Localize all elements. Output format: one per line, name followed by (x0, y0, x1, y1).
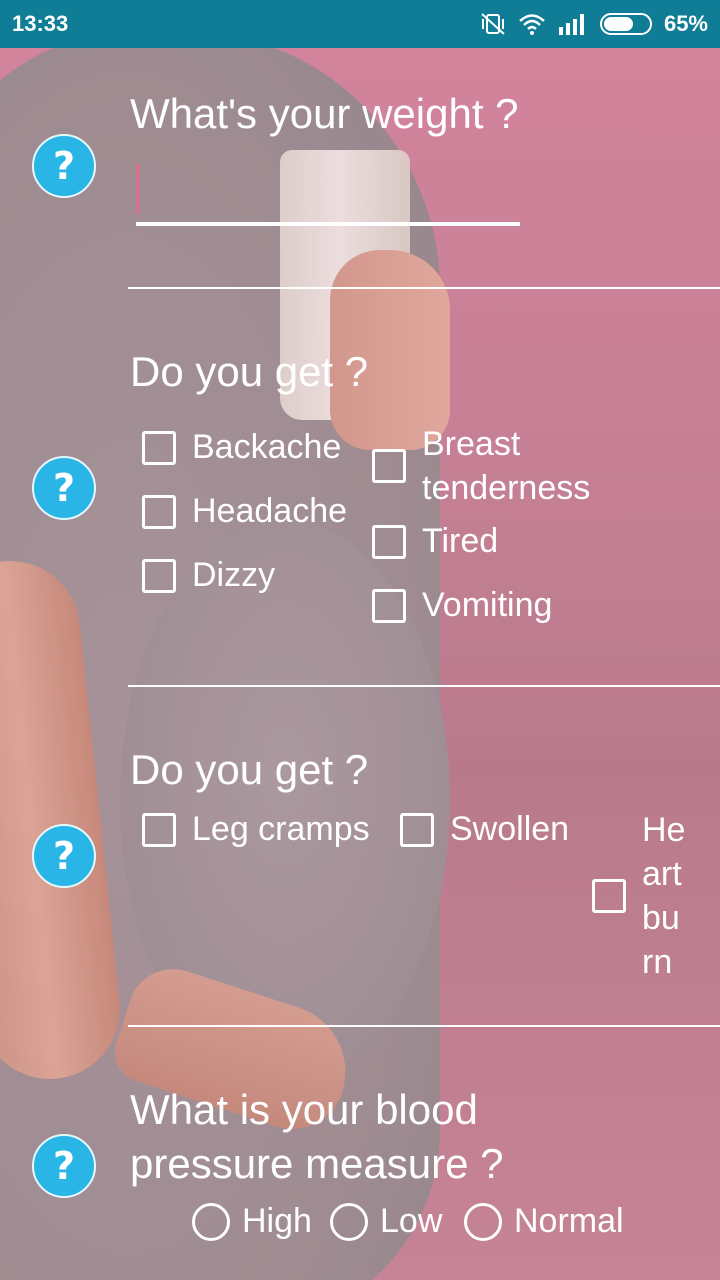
battery-fill (603, 17, 633, 31)
checkbox-label: Tired (422, 522, 499, 560)
checkbox-vomiting[interactable]: Vomiting (372, 586, 552, 625)
section-divider-3 (128, 1025, 720, 1027)
checkbox-square (592, 879, 626, 913)
checkbox-swollen[interactable]: Swollen (400, 810, 569, 849)
checkbox-label: Backache (192, 428, 342, 466)
symptoms-help-icon-1[interactable]: ? (32, 456, 96, 520)
radio-normal[interactable]: Normal (464, 1202, 624, 1241)
weight-question: What's your weight ? (130, 90, 519, 137)
radio-label: Low (380, 1202, 443, 1240)
heartburn-line: bu (642, 899, 680, 937)
status-bar: 13:33 65% (0, 0, 720, 48)
checkbox-headache[interactable]: Headache (142, 492, 347, 531)
checkbox-label-wrapped: He art bu rn (642, 808, 685, 984)
radio-circle (464, 1202, 502, 1241)
checkbox-label: Vomiting (422, 586, 553, 624)
checkbox-leg-cramps[interactable]: Leg cramps (142, 810, 370, 849)
checkbox-dizzy[interactable]: Dizzy (142, 556, 275, 595)
radio-circle (330, 1202, 368, 1241)
text-cursor (136, 164, 139, 214)
signal-icon (558, 13, 588, 35)
checkbox-tired[interactable]: Tired (372, 522, 498, 561)
symptoms-question-1: Do you get ? (130, 348, 369, 395)
weight-input[interactable] (136, 156, 520, 226)
checkbox-label: Headache (192, 492, 348, 530)
status-icons: 65% (480, 11, 708, 37)
radio-circle (192, 1202, 230, 1241)
status-time: 13:33 (12, 11, 69, 36)
vibrate-off-icon (480, 12, 506, 36)
battery-icon (599, 13, 652, 35)
symptom-form: ? What's your weight ? ? Do you get ? Ba… (0, 48, 720, 1280)
heartburn-line: art (642, 855, 682, 893)
battery-percent: 65% (663, 11, 708, 36)
radio-low[interactable]: Low (330, 1202, 442, 1241)
heartburn-line: He (642, 811, 686, 849)
blood-pressure-help-icon[interactable]: ? (32, 1134, 96, 1198)
checkbox-heartburn[interactable]: He art bu rn (592, 808, 685, 984)
blood-pressure-question-line-1: What is your blood (130, 1086, 478, 1133)
checkbox-label: Swollen (450, 810, 570, 848)
checkbox-breast-tenderness[interactable]: Breast tenderness (372, 422, 672, 510)
checkbox-label: Dizzy (192, 556, 276, 594)
radio-label: High (242, 1202, 312, 1240)
checkbox-label: Breast tenderness (422, 425, 591, 507)
checkbox-backache[interactable]: Backache (142, 428, 341, 467)
wifi-icon (518, 12, 546, 36)
checkbox-square (400, 812, 434, 847)
checkbox-square (142, 558, 176, 593)
section-divider-1 (128, 287, 720, 289)
section-divider-2 (128, 685, 720, 687)
checkbox-square (372, 588, 406, 623)
checkbox-square (372, 449, 406, 483)
radio-high[interactable]: High (192, 1202, 312, 1241)
blood-pressure-question-line-2: pressure measure ? (130, 1140, 504, 1187)
checkbox-square (142, 494, 176, 529)
checkbox-label: Leg cramps (192, 810, 370, 848)
checkbox-square (142, 430, 176, 465)
weight-help-icon[interactable]: ? (32, 134, 96, 198)
symptoms-help-icon-2[interactable]: ? (32, 824, 96, 888)
radio-label: Normal (514, 1202, 624, 1240)
heartburn-line: rn (642, 943, 673, 981)
symptoms-question-2: Do you get ? (130, 746, 369, 793)
checkbox-square (142, 812, 176, 847)
checkbox-square (372, 524, 406, 559)
